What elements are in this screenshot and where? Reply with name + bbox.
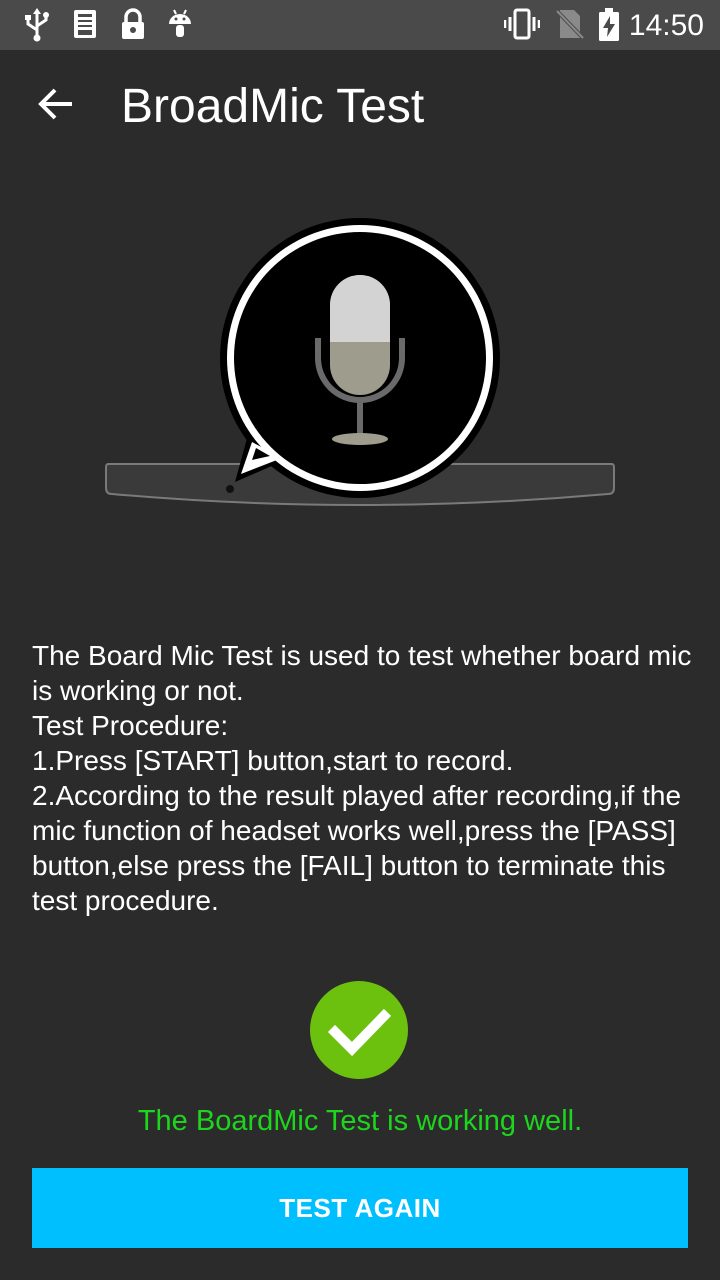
clock: 14:50 — [628, 9, 704, 42]
status-bar: 14:50 — [0, 0, 720, 50]
microphone-illustration — [105, 218, 615, 506]
page-title: BroadMic Test — [121, 80, 425, 133]
description-line: 1.Press [START] button,start to record. — [32, 745, 514, 776]
description-line: 2.According to the result played after r… — [32, 780, 682, 916]
test-description: The Board Mic Test is used to test wheth… — [32, 638, 692, 918]
description-line: The Board Mic Test is used to test wheth… — [32, 640, 692, 706]
result-message: The BoardMic Test is working well. — [137, 1105, 583, 1137]
lock-icon — [122, 8, 144, 39]
mic-hole — [226, 485, 234, 493]
vibrate-icon — [504, 8, 540, 40]
no-sim-icon — [556, 9, 584, 40]
android-icon — [169, 9, 191, 37]
check-circle-icon — [310, 981, 408, 1079]
debug-log-icon — [74, 10, 96, 38]
usb-icon — [25, 8, 49, 42]
back-button[interactable] — [24, 72, 88, 136]
arrow-back-icon — [38, 88, 72, 120]
description-line: Test Procedure: — [32, 710, 229, 741]
battery-charging-icon — [599, 8, 619, 41]
test-again-button[interactable]: TEST AGAIN — [32, 1168, 688, 1248]
app-bar: BroadMic Test — [0, 50, 720, 166]
